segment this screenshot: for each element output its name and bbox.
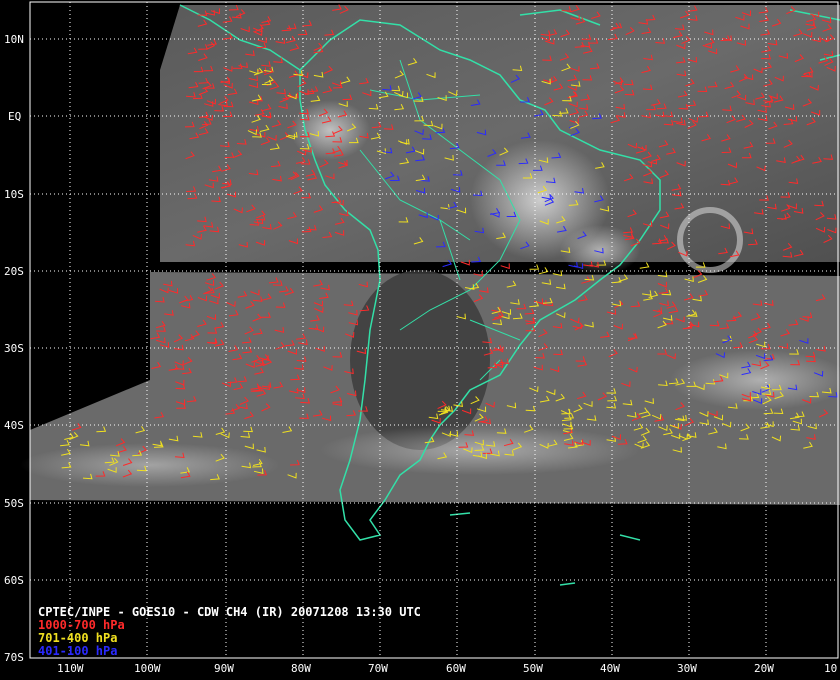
lon-label: 80W (291, 662, 311, 675)
lon-label: 20W (754, 662, 774, 675)
lon-label: 40W (600, 662, 620, 675)
lon-label: 90W (214, 662, 234, 675)
lon-label: 50W (523, 662, 543, 675)
legend-low-level: 1000-700 hPa (38, 618, 125, 632)
lat-label: 10N (4, 33, 24, 46)
lat-label: 20S (4, 265, 24, 278)
lon-label: 30W (677, 662, 697, 675)
lat-label: 10S (4, 188, 24, 201)
legend-mid-level: 701-400 hPa (38, 631, 117, 645)
lat-label: 50S (4, 497, 24, 510)
lon-label: 60W (446, 662, 466, 675)
satellite-wind-map: 10N EQ 10S 20S 30S 40S 50S 60S 70S 110W … (0, 0, 840, 680)
lon-label: 110W (57, 662, 84, 675)
map-title: CPTEC/INPE - GOES10 - CDW CH4 (IR) 20071… (38, 605, 421, 619)
lat-label: 30S (4, 342, 24, 355)
legend-high-level: 401-100 hPa (38, 644, 117, 658)
lon-label: 10 (824, 662, 837, 675)
lat-label: 40S (4, 419, 24, 432)
lat-label: EQ (8, 110, 21, 123)
lat-label: 60S (4, 574, 24, 587)
lat-label: 70S (4, 651, 24, 664)
lon-label: 100W (134, 662, 161, 675)
lon-label: 70W (368, 662, 388, 675)
